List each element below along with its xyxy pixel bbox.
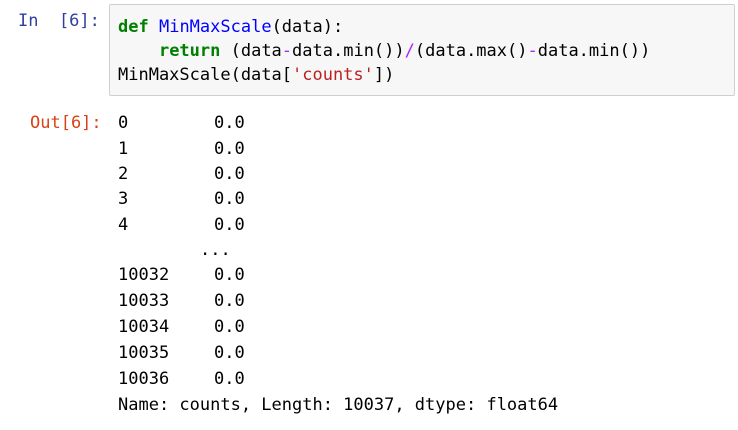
output-value: 0.0	[214, 265, 245, 285]
output-value: 0.0	[214, 291, 245, 311]
output-index: 3	[118, 189, 129, 209]
code-text: (data):	[271, 17, 344, 37]
output-value: 0.0	[214, 164, 245, 184]
output-value: 0.0	[214, 369, 245, 389]
output-index: 2	[118, 164, 129, 184]
output-index: 10032	[118, 265, 170, 285]
output-value: 0.0	[214, 215, 245, 235]
code-text: (data.max()	[414, 41, 528, 61]
output-summary: Name: counts, Length: 10037, dtype: floa…	[118, 395, 559, 415]
output-value: 0.0	[214, 317, 245, 337]
output-ellipsis: ...	[200, 240, 231, 260]
code-line-2: return (data-data.min())/(data.max()-dat…	[118, 39, 650, 63]
code-text: data.min())	[537, 41, 651, 61]
code-line-3: MinMaxScale(data['counts'])	[118, 63, 394, 87]
output-value: 0.0	[214, 343, 245, 363]
string-literal: 'counts'	[292, 65, 374, 85]
operator-minus: -	[527, 41, 538, 61]
output-index: 10035	[118, 343, 170, 363]
operator-minus: -	[281, 41, 293, 61]
code-text: ])	[373, 65, 395, 85]
code-cell[interactable]: def MinMaxScale(data): return (data-data…	[109, 4, 735, 96]
code-line-1: def MinMaxScale(data):	[118, 15, 343, 39]
output-value: 0.0	[214, 139, 245, 159]
output-prompt: Out[6]:	[30, 113, 102, 133]
input-prompt: In [6]:	[18, 11, 100, 31]
output-index: 10033	[118, 291, 170, 311]
output-index: 10036	[118, 369, 170, 389]
output-value: 0.0	[214, 189, 245, 209]
output-index: 1	[118, 139, 129, 159]
output-index: 0	[118, 113, 129, 133]
output-index: 4	[118, 215, 129, 235]
code-text: MinMaxScale(data[	[118, 65, 292, 85]
keyword-def: def	[118, 17, 149, 37]
output-index: 10034	[118, 317, 170, 337]
code-text: data.min())	[292, 41, 405, 61]
function-name: MinMaxScale	[158, 17, 272, 37]
operator-divide: /	[404, 41, 415, 61]
output-value: 0.0	[214, 113, 245, 133]
code-text: (data	[220, 41, 282, 61]
keyword-return: return	[158, 41, 221, 61]
